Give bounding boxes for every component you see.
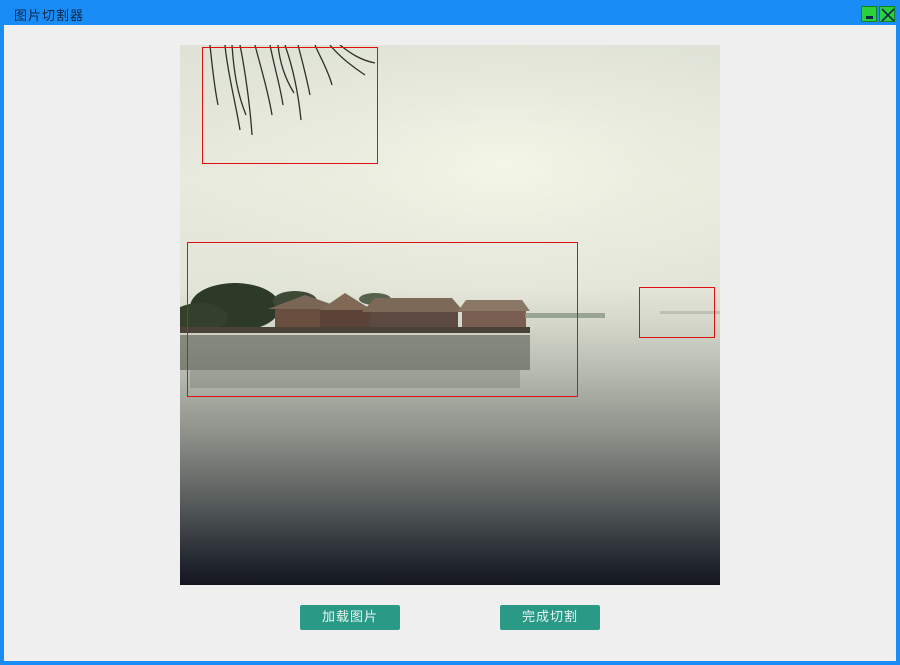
crop-region[interactable] bbox=[639, 287, 715, 338]
load-image-button[interactable]: 加载图片 bbox=[300, 605, 400, 630]
crop-region[interactable] bbox=[202, 47, 378, 164]
close-button[interactable] bbox=[879, 6, 895, 22]
app-window: 图片切割器 加载图片 完成切割 bbox=[0, 0, 900, 665]
close-icon bbox=[881, 8, 895, 22]
crop-region[interactable] bbox=[187, 242, 578, 397]
client-area: 加载图片 完成切割 bbox=[4, 25, 896, 661]
image-canvas[interactable] bbox=[180, 45, 720, 585]
finish-cut-button[interactable]: 完成切割 bbox=[500, 605, 600, 630]
minimize-button[interactable] bbox=[861, 6, 877, 22]
title-bar[interactable]: 图片切割器 bbox=[0, 0, 900, 25]
window-title: 图片切割器 bbox=[14, 9, 85, 24]
